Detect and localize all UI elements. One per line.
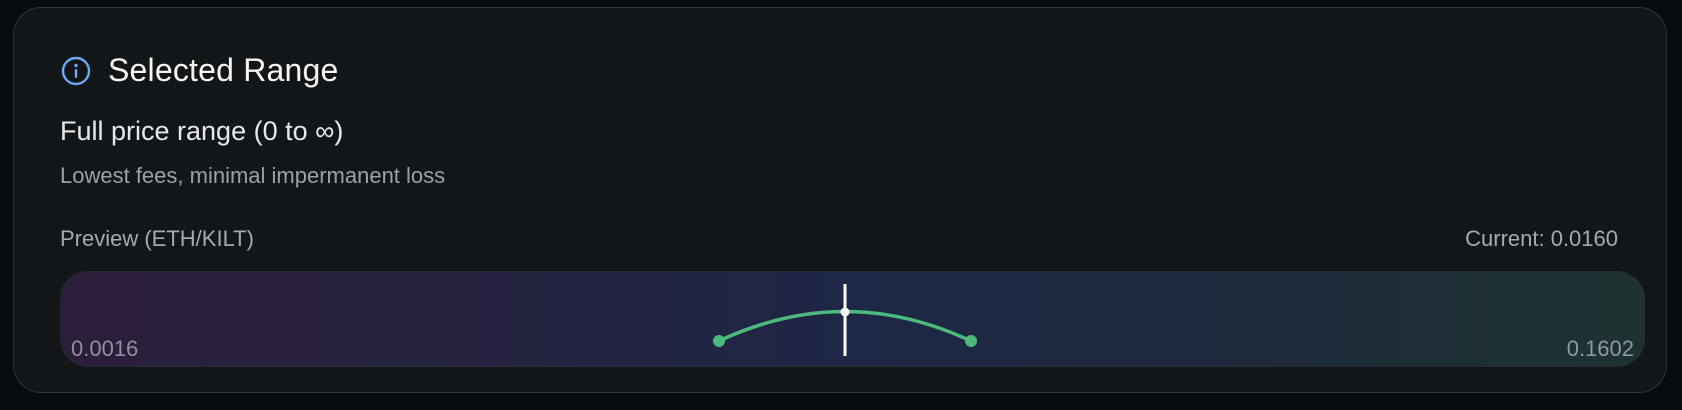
card-header: Selected Range bbox=[60, 52, 339, 89]
price-range-preview-bar: 0.0016 0.1602 bbox=[60, 271, 1645, 367]
min-price-label: 0.0016 bbox=[71, 336, 139, 361]
range-description: Lowest fees, minimal impermanent loss bbox=[60, 163, 446, 188]
range-min-point bbox=[713, 335, 725, 347]
range-name: Full price range (0 to ∞) bbox=[60, 116, 344, 146]
range-curve-graphic bbox=[713, 284, 977, 356]
max-price-label: 0.1602 bbox=[1566, 336, 1634, 361]
preview-label: Preview (ETH/KILT) bbox=[60, 226, 254, 251]
card-title: Selected Range bbox=[108, 52, 339, 88]
selected-range-card: Selected Range Full price range (0 to ∞)… bbox=[13, 7, 1667, 393]
info-icon bbox=[60, 55, 92, 87]
range-max-point bbox=[965, 335, 977, 347]
current-price-dot bbox=[840, 307, 850, 317]
current-price-label: Current: 0.0160 bbox=[1465, 226, 1618, 251]
